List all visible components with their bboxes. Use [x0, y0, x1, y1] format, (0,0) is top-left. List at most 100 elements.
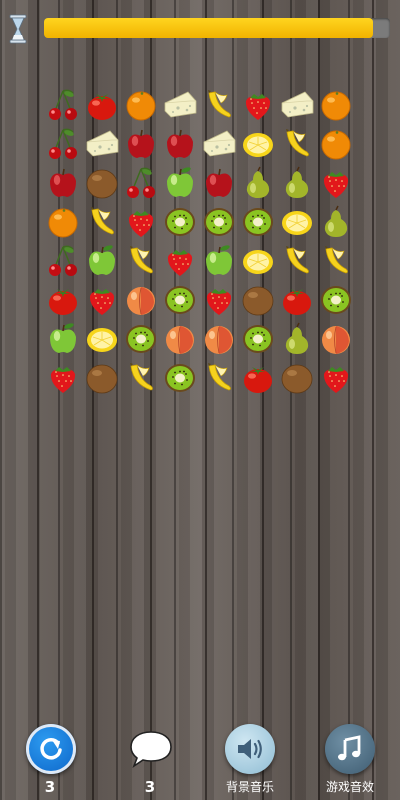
strawberry-icon: [206, 288, 231, 315]
tile-green-apple[interactable]: [199, 241, 238, 280]
tile-tomato[interactable]: [43, 280, 82, 319]
tile-kiwi[interactable]: [316, 280, 355, 319]
tile-tomato[interactable]: [82, 85, 121, 124]
pear-icon: [285, 166, 308, 198]
tile-tomato[interactable]: [238, 358, 277, 397]
tile-lemon[interactable]: [82, 319, 121, 358]
cherry-icon: [126, 167, 155, 198]
tile-strawberry[interactable]: [316, 358, 355, 397]
tile-peach[interactable]: [316, 319, 355, 358]
music-toggle-button[interactable]: [225, 724, 275, 774]
tile-cheese[interactable]: [160, 85, 199, 124]
tile-banana[interactable]: [277, 124, 316, 163]
tile-tomato[interactable]: [277, 280, 316, 319]
tile-pear[interactable]: [238, 163, 277, 202]
tile-orange[interactable]: [43, 202, 82, 241]
tile-kiwi[interactable]: [238, 319, 277, 358]
red-apple-icon: [127, 129, 154, 158]
tile-red-apple[interactable]: [43, 163, 82, 202]
red-apple-icon: [205, 168, 232, 197]
tile-banana[interactable]: [316, 241, 355, 280]
tile-strawberry[interactable]: [238, 85, 277, 124]
tile-lemon[interactable]: [238, 124, 277, 163]
lemon-icon: [242, 132, 273, 157]
tile-kiwi[interactable]: [121, 319, 160, 358]
tile-strawberry[interactable]: [43, 358, 82, 397]
tile-lemon[interactable]: [277, 202, 316, 241]
tile-cheese[interactable]: [82, 124, 121, 163]
tile-green-apple[interactable]: [43, 319, 82, 358]
tile-orange[interactable]: [121, 85, 160, 124]
tile-banana[interactable]: [82, 202, 121, 241]
tile-cherry[interactable]: [43, 124, 82, 163]
tile-cheese[interactable]: [277, 85, 316, 124]
tile-peach[interactable]: [160, 319, 199, 358]
kiwi-whole-icon: [242, 286, 273, 315]
tile-banana[interactable]: [199, 85, 238, 124]
hint-button[interactable]: [126, 724, 176, 774]
strawberry-icon: [245, 93, 270, 120]
tile-kiwi[interactable]: [160, 202, 199, 241]
banana-icon: [207, 362, 231, 390]
strawberry-icon: [50, 366, 75, 393]
red-apple-icon: [49, 168, 76, 197]
speech-bubble-icon: [130, 731, 172, 769]
tile-strawberry[interactable]: [160, 241, 199, 280]
tile-banana[interactable]: [121, 358, 160, 397]
kiwi-icon: [320, 285, 351, 314]
plank-seam: [37, 0, 39, 800]
tile-kiwi[interactable]: [160, 358, 199, 397]
tile-peach[interactable]: [121, 280, 160, 319]
green-apple-icon: [88, 244, 115, 275]
tile-cherry[interactable]: [43, 85, 82, 124]
tile-cherry[interactable]: [43, 241, 82, 280]
lemon-icon: [86, 327, 117, 352]
hourglass-icon: [9, 14, 27, 44]
orange-icon: [321, 130, 350, 159]
tile-strawberry[interactable]: [316, 163, 355, 202]
tile-banana[interactable]: [121, 241, 160, 280]
tile-peach[interactable]: [199, 319, 238, 358]
refresh-button[interactable]: [26, 724, 76, 774]
tile-kiwi-whole[interactable]: [277, 358, 316, 397]
sound-effects-button[interactable]: [325, 724, 375, 774]
tile-kiwi[interactable]: [199, 202, 238, 241]
fruit-board: [43, 85, 355, 397]
tile-orange[interactable]: [316, 124, 355, 163]
tile-cherry[interactable]: [121, 163, 160, 202]
green-apple-icon: [205, 244, 232, 275]
tile-green-apple[interactable]: [160, 163, 199, 202]
tile-strawberry[interactable]: [199, 280, 238, 319]
plank-seam: [372, 0, 374, 800]
cheese-icon: [164, 91, 196, 117]
strawberry-icon: [128, 210, 153, 237]
tile-kiwi[interactable]: [238, 202, 277, 241]
kiwi-whole-icon: [86, 364, 117, 393]
refresh-count: 3: [44, 778, 56, 796]
tile-red-apple[interactable]: [199, 163, 238, 202]
tile-pear[interactable]: [316, 202, 355, 241]
strawberry-icon: [323, 171, 348, 198]
tile-lemon[interactable]: [238, 241, 277, 280]
tile-strawberry[interactable]: [82, 280, 121, 319]
banana-icon: [90, 206, 114, 234]
kiwi-icon: [242, 324, 273, 353]
tile-kiwi[interactable]: [160, 280, 199, 319]
tile-red-apple[interactable]: [121, 124, 160, 163]
kiwi-whole-icon: [281, 364, 312, 393]
tile-strawberry[interactable]: [121, 202, 160, 241]
tile-banana[interactable]: [277, 241, 316, 280]
tile-green-apple[interactable]: [82, 241, 121, 280]
tile-kiwi-whole[interactable]: [82, 163, 121, 202]
tile-pear[interactable]: [277, 163, 316, 202]
kiwi-whole-icon: [86, 169, 117, 198]
tile-red-apple[interactable]: [160, 124, 199, 163]
tile-banana[interactable]: [199, 358, 238, 397]
tile-pear[interactable]: [277, 319, 316, 358]
tile-kiwi-whole[interactable]: [82, 358, 121, 397]
tile-cheese[interactable]: [199, 124, 238, 163]
tile-orange[interactable]: [316, 85, 355, 124]
tile-kiwi-whole[interactable]: [238, 280, 277, 319]
orange-icon: [321, 91, 350, 120]
peach-icon: [126, 286, 155, 315]
